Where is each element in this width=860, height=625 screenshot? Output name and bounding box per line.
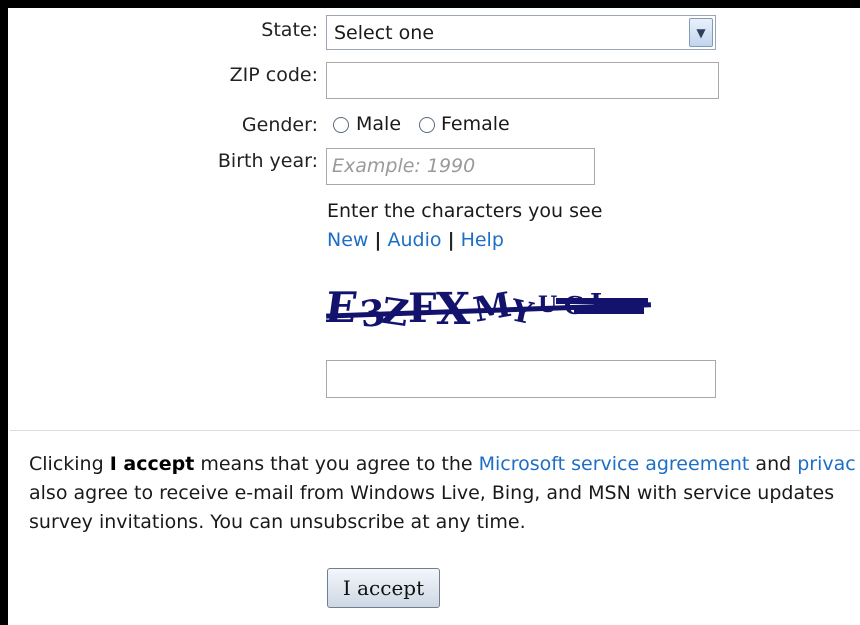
state-select[interactable]: Select one ▼ [326,15,716,50]
privacy-link[interactable]: privac [797,453,855,475]
legal-text: Clicking I accept means that you agree t… [29,450,859,537]
gender-male-label[interactable]: Male [356,113,401,135]
captcha-audio-link[interactable]: Audio [388,229,442,251]
captcha-image: E 3 Z F X M Y U G L [322,272,652,337]
zip-label: ZIP code: [229,64,318,86]
birth-year-input[interactable]: Example: 1990 [326,148,595,185]
gender-female-label[interactable]: Female [441,113,510,135]
legal-line-3: survey invitations. You can unsubscribe … [29,511,526,533]
accept-button[interactable]: I accept [327,568,440,608]
legal-line-1: Clicking I accept means that you agree t… [29,453,856,475]
section-divider [10,430,860,431]
svg-text:F: F [408,285,436,332]
captcha-link-separator: | [447,229,455,251]
gender-male-radio[interactable] [333,117,349,133]
zip-input[interactable] [326,62,719,99]
state-label: State: [261,19,318,41]
gender-female-radio[interactable] [419,117,435,133]
legal-line-2: also agree to receive e-mail from Window… [29,482,835,504]
captcha-new-link[interactable]: New [327,229,368,251]
svg-text:E: E [326,282,361,332]
captcha-prompt: Enter the characters you see [327,200,603,222]
birth-year-label: Birth year: [217,150,318,172]
svg-text:U: U [538,292,557,318]
captcha-links: New | Audio | Help [327,229,504,251]
svg-text:Y: Y [507,293,537,332]
window-border-top [0,0,860,8]
gender-label: Gender: [241,114,318,136]
legal-accept-emphasis: I accept [109,453,195,475]
state-select-value: Select one [334,22,435,44]
captcha-help-link[interactable]: Help [461,229,504,251]
captcha-answer-input[interactable] [326,360,716,398]
chevron-down-icon[interactable]: ▼ [689,18,713,47]
service-agreement-link[interactable]: Microsoft service agreement [479,453,750,475]
window-border-left [0,0,8,625]
captcha-link-separator: | [374,229,382,251]
